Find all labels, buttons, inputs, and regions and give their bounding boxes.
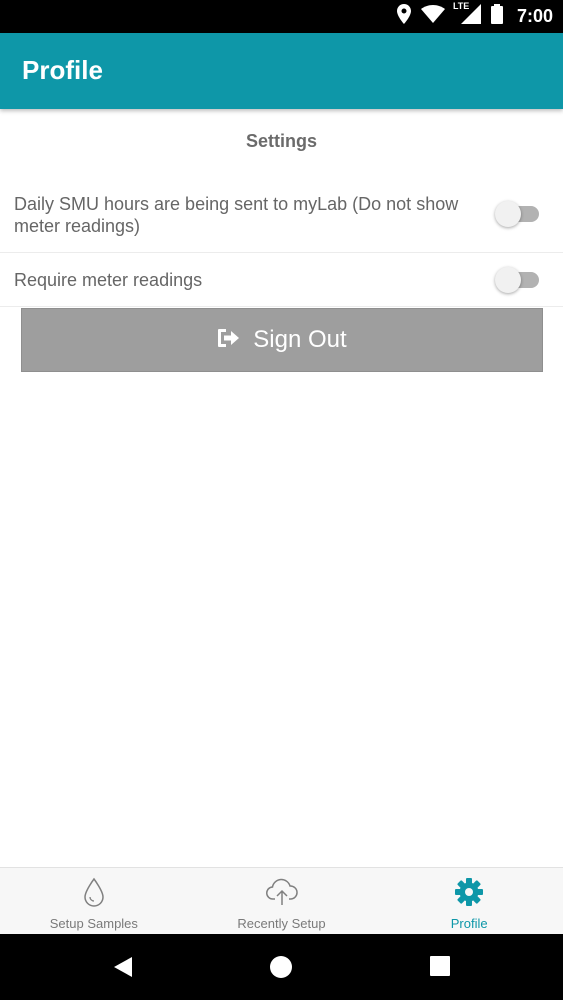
page-title: Profile	[22, 55, 103, 85]
toggle-thumb	[495, 201, 521, 227]
nav-item-profile[interactable]: Profile	[375, 868, 563, 934]
wifi-icon	[420, 5, 445, 28]
cloud-upload-icon	[265, 877, 299, 907]
meter-readings-toggle[interactable]	[495, 265, 541, 295]
back-icon[interactable]	[113, 956, 133, 983]
network-type-label: LTE	[452, 1, 470, 11]
setting-row-daily-smu: Daily SMU hours are being sent to myLab …	[0, 178, 563, 253]
droplet-icon	[82, 877, 106, 907]
app-bar: Profile	[0, 33, 563, 109]
nav-label-profile: Profile	[450, 916, 488, 931]
setting-row-meter-readings: Require meter readings	[0, 253, 563, 307]
system-nav-bar	[0, 934, 563, 1000]
bottom-nav: Setup Samples Recently Setup Profile	[0, 867, 563, 934]
status-icons: LTE 7:00	[396, 0, 553, 33]
toggle-thumb	[495, 267, 521, 293]
status-time: 7:00	[516, 6, 553, 26]
recents-icon[interactable]	[430, 956, 450, 981]
nav-label-setup-samples: Setup Samples	[49, 916, 138, 931]
nav-item-setup-samples[interactable]: Setup Samples	[0, 868, 188, 934]
settings-header: Settings	[245, 131, 317, 151]
sign-out-label: Sign Out	[253, 326, 347, 353]
signal-icon: LTE	[452, 1, 481, 29]
gear-icon	[455, 877, 484, 907]
daily-smu-toggle[interactable]	[495, 199, 541, 229]
setting-label-meter-readings: Require meter readings	[14, 270, 203, 290]
nav-item-recently-setup[interactable]: Recently Setup	[188, 868, 376, 934]
battery-icon	[490, 4, 503, 29]
home-icon[interactable]	[270, 956, 292, 983]
setting-label-daily-smu: Daily SMU hours are being sent to myLab …	[14, 194, 459, 236]
location-icon	[396, 4, 411, 29]
sign-out-icon	[217, 328, 240, 353]
nav-label-recently-setup: Recently Setup	[237, 916, 326, 931]
sign-out-button[interactable]: Sign Out	[21, 308, 543, 372]
status-bar: LTE 7:00	[0, 0, 563, 33]
